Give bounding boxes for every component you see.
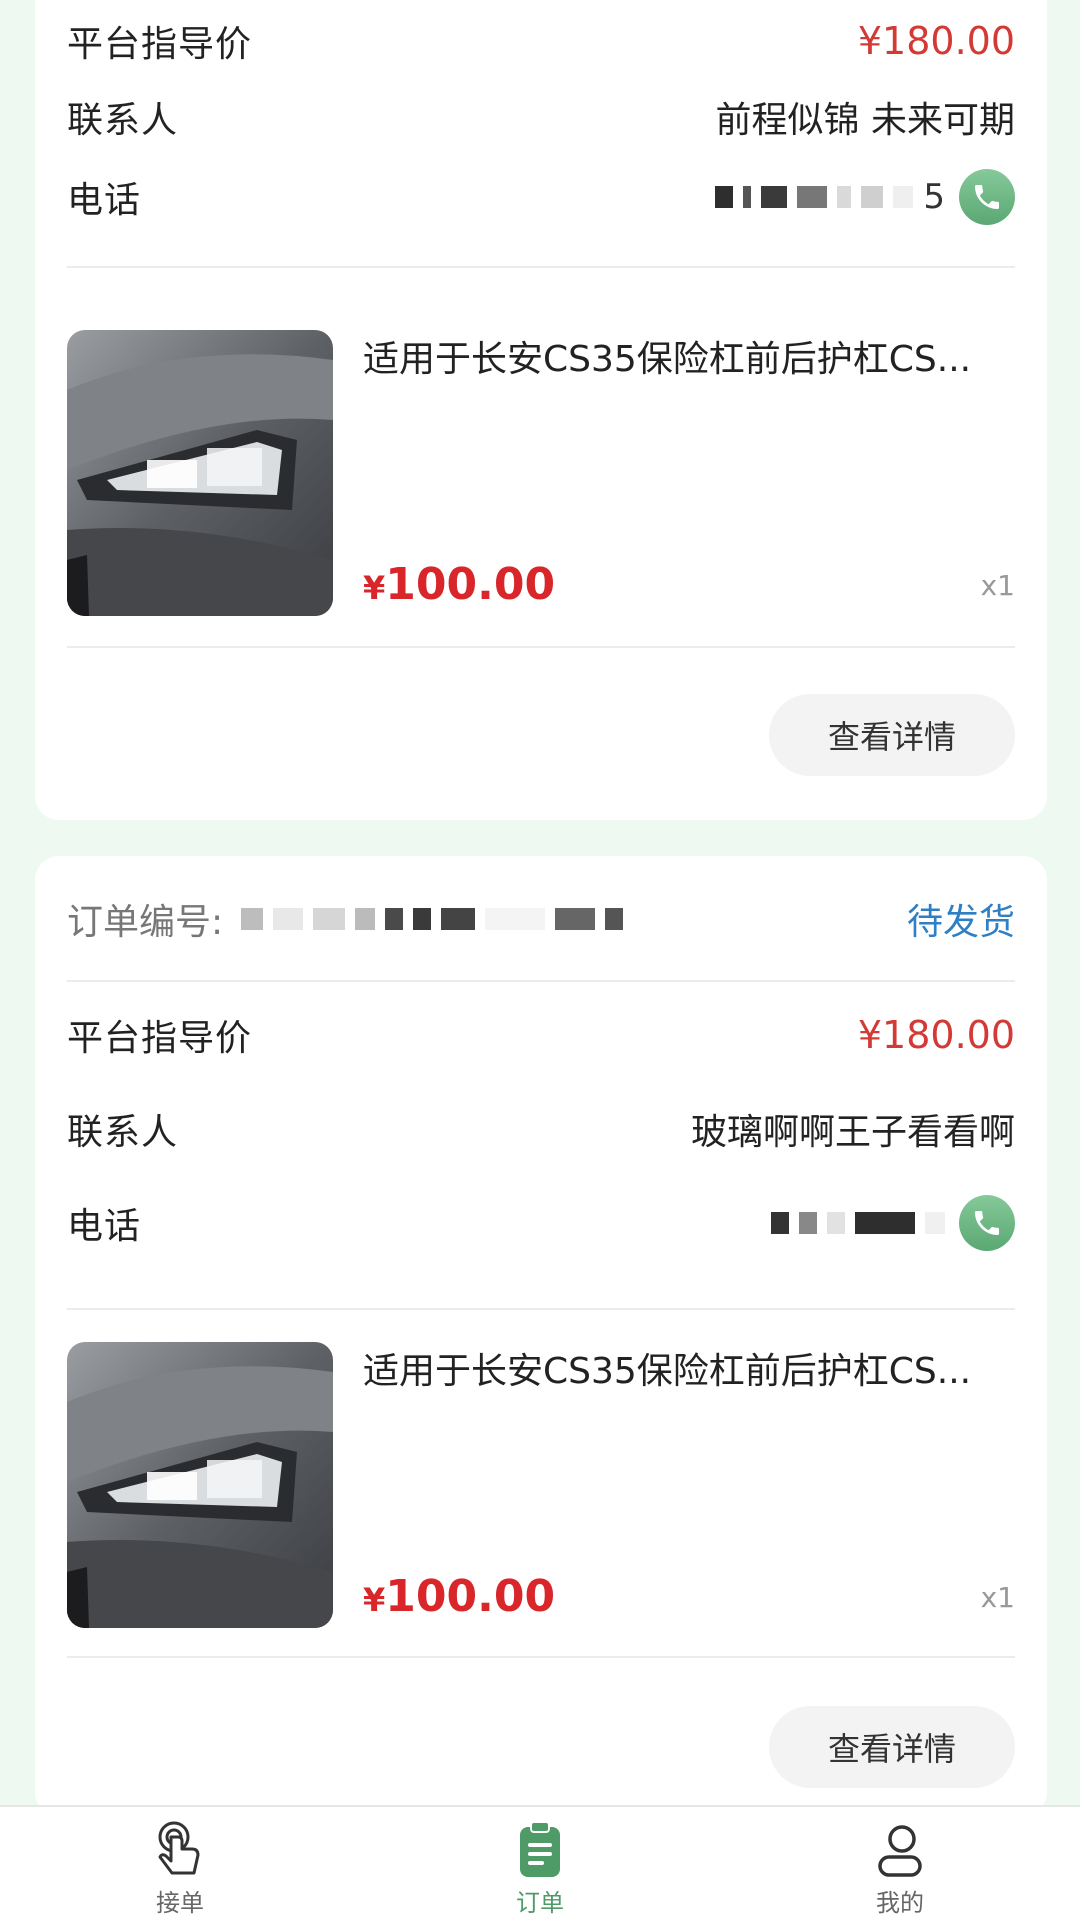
phone-mask-blocks: 5: [715, 177, 945, 217]
order-card: 订单编号: 待发货 平台指导价 ¥180.00 联系人 玻璃啊啊王子看看啊 电话…: [35, 856, 1047, 1816]
contact-name: 玻璃啊啊王子看看啊: [690, 1112, 1015, 1153]
order-number-masked: [241, 908, 624, 930]
divider: [67, 980, 1015, 982]
phone-row: 电话: [67, 1188, 1015, 1258]
contact-row: 联系人 前程似锦 未来可期: [67, 82, 1015, 152]
phone-visible-digit: 5: [923, 177, 945, 217]
view-details-button[interactable]: 查看详情: [769, 1706, 1015, 1788]
guide-price-label: 平台指导价: [67, 24, 253, 65]
guide-price-value: ¥180.00: [857, 19, 1015, 63]
product-title: 适用于长安CS35保险杠前后护杠CS...: [363, 1351, 972, 1392]
guide-price-row: 平台指导价 ¥180.00: [67, 10, 1015, 72]
order-number: 订单编号:: [67, 893, 624, 945]
divider: [67, 646, 1015, 648]
product-quantity: x1: [980, 569, 1015, 602]
product-title: 适用于长安CS35保险杠前后护杠CS...: [363, 339, 972, 380]
product-quantity: x1: [980, 1581, 1015, 1614]
tab-label: 我的: [876, 1889, 924, 1917]
bottom-tab-bar: 接单 订单 我的: [0, 1805, 1080, 1920]
contact-row: 联系人 玻璃啊啊王子看看啊: [67, 1094, 1015, 1164]
tab-accept-orders[interactable]: 接单: [0, 1807, 360, 1920]
contact-label: 联系人: [67, 1112, 179, 1153]
phone-number-masked: [771, 1195, 1015, 1251]
order-header-row: 订单编号: 待发货: [67, 886, 1015, 952]
tab-label: 接单: [156, 1889, 204, 1917]
divider: [67, 1656, 1015, 1658]
order-card: 平台指导价 ¥180.00 联系人 前程似锦 未来可期 电话 5 适用于长安CS…: [35, 0, 1047, 820]
phone-label: 电话: [67, 180, 142, 221]
orders-page: 平台指导价 ¥180.00 联系人 前程似锦 未来可期 电话 5 适用于长安CS…: [0, 0, 1080, 1920]
divider: [67, 1308, 1015, 1310]
tab-orders[interactable]: 订单: [360, 1807, 720, 1920]
hand-tap-icon: [158, 1821, 200, 1875]
order-status-badge: 待发货: [906, 902, 1015, 943]
product-image: [67, 330, 333, 616]
divider: [67, 266, 1015, 268]
user-icon: [878, 1825, 922, 1877]
view-details-button[interactable]: 查看详情: [769, 694, 1015, 776]
phone-call-icon[interactable]: [959, 169, 1015, 225]
phone-row: 电话 5: [67, 162, 1015, 232]
product-image: [67, 1342, 333, 1628]
guide-price-row: 平台指导价 ¥180.00: [67, 1000, 1015, 1070]
contact-name: 前程似锦 未来可期: [715, 100, 1015, 141]
product-item[interactable]: 适用于长安CS35保险杠前后护杠CS... ¥100.00 x1: [67, 1342, 1015, 1628]
phone-label: 电话: [67, 1206, 142, 1247]
product-price: ¥100.00: [363, 1571, 556, 1622]
phone-call-icon[interactable]: [959, 1195, 1015, 1251]
clipboard-icon: [520, 1821, 560, 1877]
order-number-label: 订单编号:: [67, 902, 224, 943]
phone-number-masked: 5: [715, 169, 1015, 225]
product-item[interactable]: 适用于长安CS35保险杠前后护杠CS... ¥100.00 x1: [67, 330, 1015, 616]
guide-price-label: 平台指导价: [67, 1018, 253, 1059]
tab-mine[interactable]: 我的: [720, 1807, 1080, 1920]
guide-price-value: ¥180.00: [857, 1013, 1015, 1057]
contact-label: 联系人: [67, 100, 179, 141]
product-price: ¥100.00: [363, 559, 556, 610]
tab-label: 订单: [516, 1889, 564, 1917]
phone-mask-blocks: [771, 1212, 945, 1234]
